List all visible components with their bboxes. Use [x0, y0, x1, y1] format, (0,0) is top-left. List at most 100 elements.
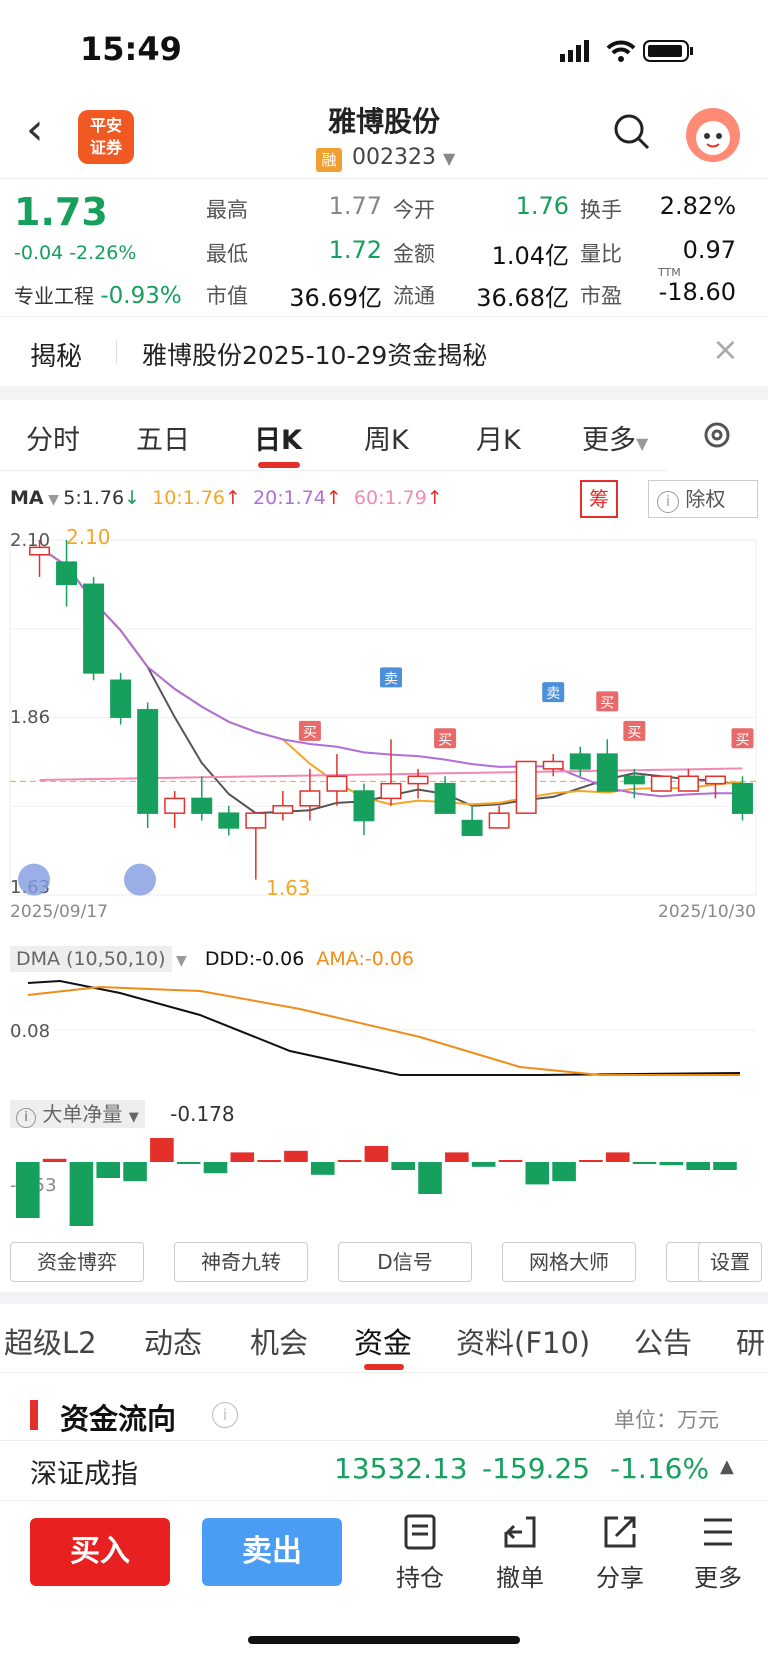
share-icon [604, 1516, 636, 1548]
tab-capital[interactable]: 资金 [354, 1320, 412, 1362]
flow-unit: 单位：万元 [614, 1408, 719, 1432]
big-order-bar [659, 1162, 684, 1166]
flow-title: 资金流向 [60, 1402, 177, 1436]
candle-body [299, 790, 321, 807]
big-order-bar [445, 1152, 469, 1162]
candle-body [596, 753, 618, 792]
candlestick-chart[interactable]: 买卖买卖买买买2.101.861.632.101.632025/09/17202… [0, 525, 768, 945]
candle-body [83, 583, 105, 674]
chips-button[interactable]: 筹 [580, 480, 618, 518]
tab-monthly-k[interactable]: 月K [476, 418, 521, 457]
close-icon[interactable]: × [712, 330, 739, 368]
tab-more[interactable]: 更多▼ [582, 418, 648, 457]
signal-label: 买 [627, 725, 641, 741]
info-icon[interactable]: i [212, 1402, 238, 1428]
tab-opportunity[interactable]: 机会 [250, 1320, 308, 1362]
quote-value: 2.82% [659, 192, 736, 220]
quote-value: -18.60 [658, 278, 736, 306]
big-order-legend[interactable]: i 大单净量 ▼ -0.178 [10, 1098, 235, 1128]
candle-body [137, 709, 159, 814]
status-icons [560, 38, 720, 68]
search-icon[interactable] [612, 112, 652, 156]
avatar[interactable] [686, 108, 740, 162]
tab-underline [364, 1364, 404, 1370]
big-order-bar [632, 1162, 657, 1164]
candle-body [461, 819, 483, 837]
fuquan-button[interactable]: i 除权 [648, 480, 758, 518]
quote-label: 量比 [580, 242, 622, 266]
expand-up-icon[interactable]: ▲ [720, 1456, 734, 1477]
candle-body [164, 797, 186, 814]
tool-nine-turn[interactable]: 神奇九转 [174, 1242, 308, 1282]
big-order-bar [16, 1162, 40, 1218]
tool-grid-master[interactable]: 网格大师 [502, 1242, 636, 1282]
big-order-bar [176, 1162, 201, 1164]
reveal-link[interactable]: 雅博股份2025-10-29资金揭秘 [142, 336, 487, 372]
dma-legend[interactable]: DMA (10,50,10) ▼ DDD:-0.06 AMA:-0.06 [10, 946, 414, 972]
quote-label: 流通 [393, 284, 435, 308]
tool-capital-game[interactable]: 资金博弈 [10, 1242, 144, 1282]
buy-button[interactable]: 买入 [30, 1518, 170, 1586]
sell-button[interactable]: 卖出 [202, 1518, 342, 1586]
share-button[interactable]: 分享 [580, 1512, 660, 1593]
y-tick-label: 2.10 [10, 530, 50, 551]
big-order-bar [364, 1146, 389, 1162]
tool-d-signal[interactable]: D信号 [338, 1242, 472, 1282]
index-change: -159.25 [482, 1452, 591, 1485]
tool-settings[interactable]: 设置 [698, 1242, 762, 1282]
more-button[interactable]: 更多 [678, 1512, 758, 1593]
quote-value: 1.77 [328, 192, 382, 220]
signal-label: 卖 [546, 686, 560, 702]
tab-level2[interactable]: 超级L2 [4, 1320, 97, 1362]
low-price-label: 1.63 [266, 876, 311, 900]
big-order-bar [123, 1162, 147, 1182]
tab-five-day[interactable]: 五日 [136, 418, 190, 457]
quote-value: 1.72 [328, 236, 382, 264]
quote-value: 36.68亿 [476, 284, 569, 312]
quote-value: 1.04亿 [491, 242, 569, 270]
index-pct: -1.16% [610, 1452, 710, 1485]
tab-underline [258, 462, 300, 468]
high-price-label: 2.10 [66, 525, 111, 549]
big-order-bar [203, 1162, 228, 1174]
tool-overflow[interactable] [666, 1242, 702, 1282]
candle-body [191, 797, 213, 814]
index-name[interactable]: 深证成指 [30, 1452, 138, 1491]
candle-body [677, 775, 699, 792]
candle-body [56, 561, 78, 586]
quote-value: 0.97 [682, 236, 736, 264]
holdings-icon [404, 1514, 436, 1550]
big-order-bar [42, 1158, 67, 1162]
gear-icon[interactable] [700, 418, 734, 456]
ama-line [27, 985, 740, 1076]
candle-body [110, 679, 132, 718]
tab-weekly-k[interactable]: 周K [364, 418, 409, 457]
candle-body [326, 775, 348, 792]
sector-change[interactable]: 专业工程 -0.93% [14, 280, 182, 309]
holdings-button[interactable]: 持仓 [380, 1512, 460, 1593]
tab-research[interactable]: 研 [736, 1320, 765, 1362]
quote-value: 1.76 [515, 192, 569, 220]
quote-label: 市盈 [580, 284, 622, 308]
menu-icon [704, 1518, 732, 1546]
big-order-bar [552, 1162, 576, 1182]
tab-announcement[interactable]: 公告 [634, 1320, 692, 1362]
stock-title: 雅博股份 [327, 105, 440, 138]
candle-body [515, 760, 537, 814]
cancel-order-button[interactable]: 撤单 [480, 1512, 560, 1593]
tab-news[interactable]: 动态 [144, 1320, 202, 1362]
quote-label: 最低 [206, 242, 248, 266]
signal-label: 买 [303, 725, 317, 741]
big-order-bar [337, 1160, 362, 1162]
tab-f10[interactable]: 资料(F10) [456, 1320, 590, 1362]
signal-label: 卖 [384, 671, 398, 687]
tab-intraday[interactable]: 分时 [26, 418, 80, 457]
stock-code[interactable]: 002323 ▼ [352, 145, 455, 170]
fullscreen-icon [124, 863, 156, 896]
tab-daily-k[interactable]: 日K [254, 418, 302, 457]
ma-legend[interactable]: MA ▼ 5:1.76↓ 10:1.76↑ 20:1.74↑ 60:1.79↑ [10, 487, 443, 509]
signal-label: 买 [600, 695, 614, 711]
index-value: 13532.13 [334, 1452, 468, 1485]
margin-badge: 融 [316, 148, 342, 172]
big-order-bar [418, 1162, 442, 1194]
